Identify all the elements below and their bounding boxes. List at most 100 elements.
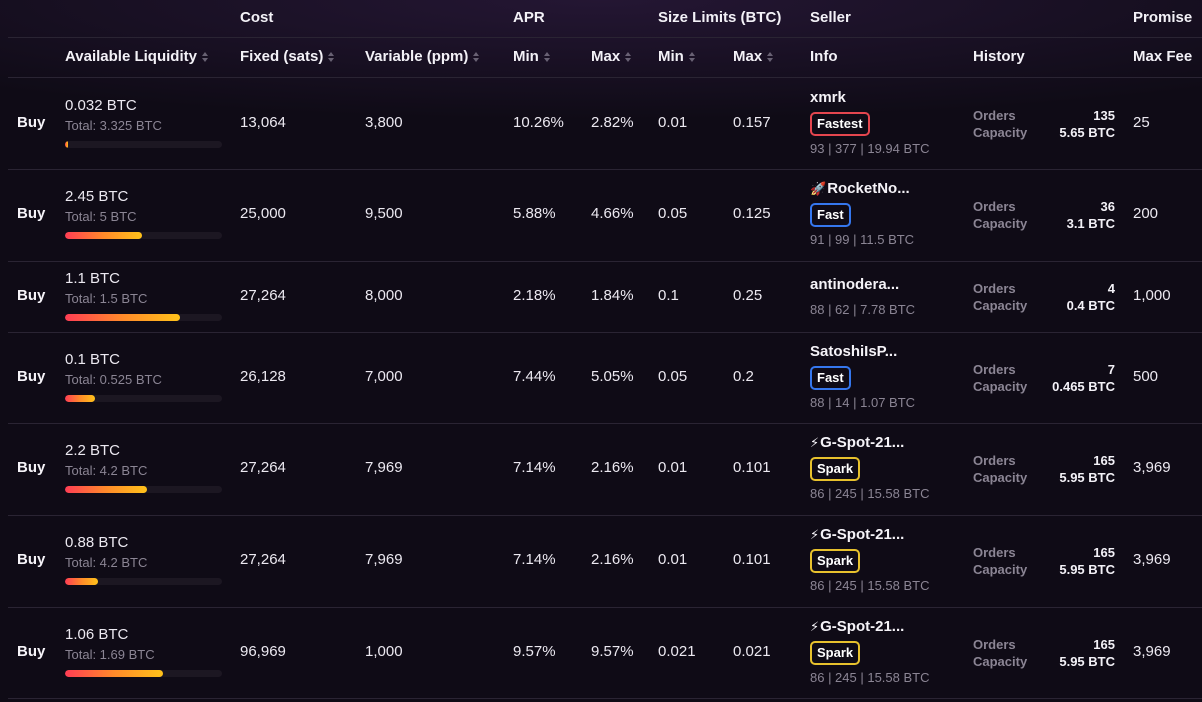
history-orders-value: 135 — [1093, 107, 1115, 123]
liquidity-progress-bar — [65, 232, 222, 239]
buy-button[interactable]: Buy — [17, 368, 45, 385]
column-header-apr-min[interactable]: Min — [513, 48, 550, 65]
column-header-size-min[interactable]: Min — [658, 48, 695, 65]
max-fee: 25 — [1133, 113, 1150, 131]
column-header-label: Available Liquidity — [65, 48, 197, 65]
seller-name[interactable]: ⚡G-Spot-21... — [810, 434, 904, 451]
history-capacity-label: Capacity — [973, 653, 1028, 669]
seller-name-text: RocketNo... — [827, 180, 910, 197]
max-fee: 200 — [1133, 205, 1159, 222]
seller-name[interactable]: xmrk — [810, 89, 846, 106]
sort-icon[interactable] — [625, 51, 632, 63]
history-orders-label: Orders — [973, 199, 1016, 214]
history-capacity-label: Capacity — [973, 562, 1028, 577]
row-divider — [8, 423, 1202, 424]
variable-cost: 7,000 — [365, 367, 403, 385]
sort-icon[interactable] — [543, 51, 550, 63]
liquidity-progress-bar — [65, 669, 222, 677]
apr-min: 2.18% — [513, 286, 556, 304]
seller-name[interactable]: ⚡G-Spot-21... — [810, 526, 904, 543]
fixed-cost: 96,969 — [240, 642, 286, 660]
column-header-size-max[interactable]: Max — [733, 48, 774, 65]
column-header-label: Max — [733, 48, 763, 65]
liquidity-total: Total: 5 BTC — [65, 209, 137, 224]
size-min: 0.01 — [658, 459, 688, 476]
sort-icon[interactable] — [201, 51, 208, 63]
liquidity-amount: 2.45 BTC — [65, 188, 129, 205]
history-capacity-value: 5.95 BTC — [1059, 562, 1115, 577]
liquidity-progress-bar — [65, 140, 222, 148]
variable-cost: 9,500 — [365, 205, 403, 222]
seller-name-text: G-Spot-21... — [820, 526, 905, 543]
size-min: 0.05 — [658, 205, 688, 222]
liquidity-total: Total: 1.69 BTC — [65, 646, 155, 662]
column-header-label: Min — [513, 48, 539, 65]
apr-min: 9.57% — [513, 642, 556, 660]
header-group-cost: Cost — [240, 9, 274, 26]
column-header-fixed[interactable]: Fixed (sats) — [240, 48, 335, 65]
history-orders-label: Orders — [973, 361, 1016, 377]
apr-max: 5.05% — [591, 367, 634, 385]
apr-min: 7.44% — [513, 367, 556, 385]
column-header-label: Variable (ppm) — [365, 48, 469, 65]
history-orders-label: Orders — [973, 636, 1016, 652]
apr-min: 10.26% — [513, 113, 564, 131]
seller-name-text: antinodera... — [810, 276, 900, 293]
buy-button[interactable]: Buy — [17, 114, 45, 131]
size-min: 0.01 — [658, 551, 688, 568]
history-capacity-value: 5.95 BTC — [1059, 653, 1115, 669]
history-orders-value: 36 — [1100, 199, 1115, 214]
size-min: 0.05 — [658, 367, 688, 385]
liquidity-progress-fill — [65, 669, 164, 677]
liquidity-amount: 0.1 BTC — [65, 350, 121, 368]
sort-icon[interactable] — [473, 51, 480, 63]
history-capacity-label: Capacity — [973, 378, 1028, 394]
apr-max: 9.57% — [591, 642, 634, 660]
fixed-cost: 25,000 — [240, 205, 286, 222]
seller-stats: 88 | 14 | 1.07 BTC — [810, 395, 916, 410]
seller-name-text: G-Spot-21... — [820, 434, 905, 451]
seller-name[interactable]: SatoshiIsP... — [810, 343, 897, 360]
seller-name[interactable]: antinodera... — [810, 276, 899, 293]
liquidity-amount: 0.88 BTC — [65, 534, 129, 551]
header-group-size-limits: Size Limits (BTC) — [658, 9, 782, 26]
buy-button[interactable]: Buy — [17, 459, 45, 476]
lightning-icon: ⚡ — [810, 527, 820, 542]
apr-min: 7.14% — [513, 459, 556, 476]
column-header-apr-max[interactable]: Max — [591, 48, 632, 65]
size-max: 0.125 — [733, 205, 771, 222]
speed-badge: Spark — [810, 641, 861, 665]
row-divider — [8, 515, 1202, 516]
history-orders-label: Orders — [973, 280, 1016, 296]
seller-name[interactable]: 🚀RocketNo... — [810, 180, 910, 197]
buy-button[interactable]: Buy — [17, 643, 45, 660]
header-group-apr: APR — [513, 9, 545, 26]
buy-button[interactable]: Buy — [17, 205, 45, 222]
history-capacity-label: Capacity — [973, 470, 1028, 485]
buy-button[interactable]: Buy — [17, 551, 45, 568]
size-max: 0.2 — [733, 367, 754, 385]
buy-button[interactable]: Buy — [17, 287, 45, 304]
column-header-label: Fixed (sats) — [240, 48, 324, 65]
seller-name[interactable]: ⚡G-Spot-21... — [810, 618, 904, 635]
apr-min: 7.14% — [513, 551, 556, 568]
history-orders-value: 165 — [1093, 545, 1115, 560]
column-header-available-liquidity[interactable]: Available Liquidity — [65, 48, 208, 65]
column-header-variable[interactable]: Variable (ppm) — [365, 48, 480, 65]
size-max: 0.25 — [733, 286, 763, 304]
sort-icon[interactable] — [688, 51, 695, 63]
apr-max: 4.66% — [591, 205, 634, 222]
fixed-cost: 27,264 — [240, 286, 286, 304]
rocket-icon: 🚀 — [810, 181, 827, 196]
size-min: 0.021 — [658, 642, 696, 660]
column-header-history: History — [973, 48, 1025, 65]
liquidity-progress-fill — [65, 578, 98, 585]
liquidity-amount: 1.1 BTC — [65, 269, 121, 287]
liquidity-progress-bar — [65, 394, 222, 402]
sort-icon[interactable] — [328, 51, 335, 63]
history-capacity-label: Capacity — [973, 297, 1028, 313]
row-divider — [8, 607, 1202, 608]
sort-icon[interactable] — [767, 51, 774, 63]
liquidity-total: Total: 4.2 BTC — [65, 463, 148, 478]
header-group-promise: Promise — [1133, 9, 1193, 26]
